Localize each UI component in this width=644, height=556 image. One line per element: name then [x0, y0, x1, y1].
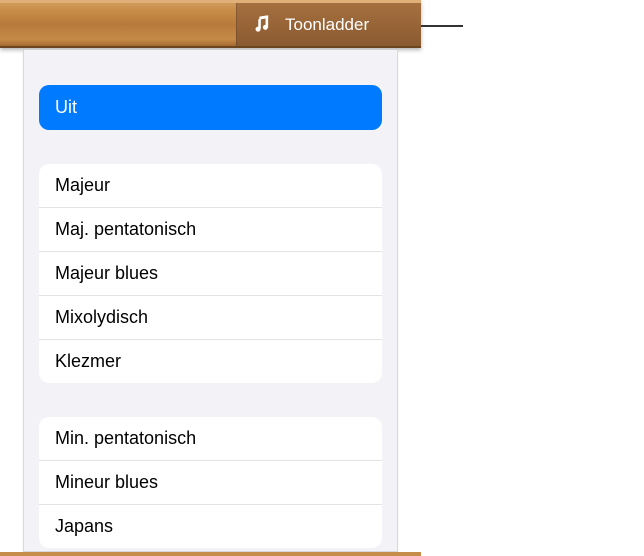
bottom-wood-border	[0, 552, 421, 556]
scale-item[interactable]: Mineur blues	[39, 461, 382, 505]
scale-item-label: Mixolydisch	[55, 307, 148, 327]
scale-item-label: Klezmer	[55, 351, 121, 371]
scale-popover-panel: Uit Majeur Maj. pentatonisch Majeur blue…	[23, 50, 398, 552]
scale-tab-label: Toonladder	[285, 15, 369, 35]
scale-item-label: Japans	[55, 516, 113, 536]
scale-item-label: Majeur blues	[55, 263, 158, 283]
scale-item[interactable]: Mixolydisch	[39, 296, 382, 340]
scale-group-minor: Min. pentatonisch Mineur blues Japans	[39, 417, 382, 548]
scale-item[interactable]: Min. pentatonisch	[39, 417, 382, 461]
scale-item[interactable]: Japans	[39, 505, 382, 548]
scale-item[interactable]: Majeur	[39, 164, 382, 208]
selected-scale-off[interactable]: Uit	[39, 85, 382, 130]
selected-label: Uit	[55, 97, 77, 117]
callout-line	[421, 25, 463, 27]
scale-item-label: Majeur	[55, 175, 110, 195]
scale-item-label: Maj. pentatonisch	[55, 219, 196, 239]
scale-item-label: Min. pentatonisch	[55, 428, 196, 448]
scale-tab[interactable]: Toonladder	[236, 3, 421, 46]
scale-item[interactable]: Maj. pentatonisch	[39, 208, 382, 252]
scale-item[interactable]: Klezmer	[39, 340, 382, 383]
musical-notes-icon	[253, 14, 275, 36]
scale-group-major: Majeur Maj. pentatonisch Majeur blues Mi…	[39, 164, 382, 383]
scale-item-label: Mineur blues	[55, 472, 158, 492]
scale-item[interactable]: Majeur blues	[39, 252, 382, 296]
header-wood-bar: Toonladder	[0, 0, 421, 48]
